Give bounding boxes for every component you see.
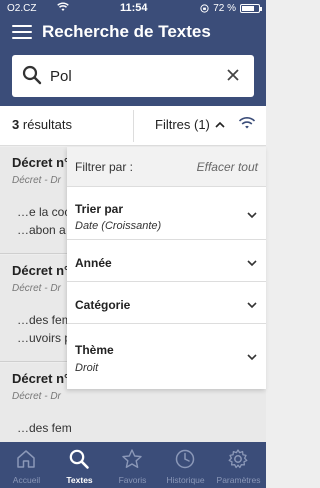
filter-row-label: Année	[75, 256, 112, 270]
tab-label: Accueil	[12, 475, 41, 485]
item-title: Décret n°	[12, 371, 70, 386]
tab-label: Paramètres	[216, 475, 261, 485]
wifi-status-icon	[57, 2, 69, 15]
item-excerpt: …e la coc	[17, 205, 71, 219]
filter-row-year[interactable]: Année	[67, 241, 266, 282]
filter-row-theme[interactable]: Thème Droit	[67, 325, 266, 389]
menu-button[interactable]	[12, 25, 32, 41]
results-count: 3 résultats	[12, 117, 72, 132]
results-bar: 3 résultats Filtres (1)	[0, 106, 266, 146]
filters-label: Filtres (1)	[155, 117, 210, 132]
chevron-down-icon	[247, 302, 257, 309]
history-icon	[175, 449, 195, 469]
battery-percent: 72 %	[213, 3, 236, 14]
search-icon	[22, 65, 42, 90]
clear-all-filters-button[interactable]: Effacer tout	[197, 160, 258, 174]
item-title: Décret n°	[12, 263, 70, 278]
results-count-label: résultats	[22, 117, 72, 132]
chevron-down-icon	[247, 260, 257, 267]
page-title: Recherche de Textes	[42, 22, 211, 41]
tab-parametres[interactable]: Paramètres	[212, 442, 265, 488]
filter-row-value: Droit	[75, 362, 99, 374]
item-excerpt: …abon a	[17, 223, 66, 237]
status-bar: O2.CZ 11:54 72 %	[0, 0, 266, 18]
tab-label: Historique	[166, 475, 205, 485]
star-icon	[122, 449, 142, 468]
filter-row-value: Date (Croissante)	[75, 220, 162, 232]
app-header: O2.CZ 11:54 72 % Recherche de Textes	[0, 0, 266, 112]
tab-label: Favoris	[118, 475, 147, 485]
chevron-down-icon	[247, 354, 257, 361]
tab-favoris[interactable]: Favoris	[106, 442, 159, 488]
search-box	[12, 55, 254, 97]
item-excerpt: …des fem	[17, 313, 72, 327]
tab-textes[interactable]: Textes	[53, 442, 106, 488]
divider	[133, 110, 134, 142]
item-subtitle: Décret - Dr	[12, 283, 61, 294]
gear-icon	[228, 449, 248, 469]
filter-row-label: Trier par	[75, 202, 124, 216]
hamburger-icon	[12, 25, 32, 27]
tab-accueil[interactable]: Accueil	[0, 442, 53, 488]
chevron-up-icon	[215, 121, 225, 128]
battery-icon	[240, 4, 262, 13]
orientation-lock-icon	[200, 4, 209, 13]
search-input[interactable]	[50, 63, 220, 89]
clock: 11:54	[120, 2, 148, 14]
filter-row-sort[interactable]: Trier par Date (Croissante)	[67, 188, 266, 240]
item-excerpt: …des fem	[17, 421, 72, 435]
search-icon	[69, 449, 89, 469]
chevron-down-icon	[247, 212, 257, 219]
tab-label: Textes	[66, 475, 93, 485]
filter-row-category[interactable]: Catégorie	[67, 283, 266, 324]
item-subtitle: Décret - Dr	[12, 175, 61, 186]
filters-toggle-button[interactable]: Filtres (1)	[155, 117, 226, 132]
offline-status-icon[interactable]	[238, 116, 256, 135]
clear-search-icon[interactable]	[226, 68, 240, 87]
filter-row-label: Thème	[75, 343, 114, 357]
item-subtitle: Décret - Dr	[12, 391, 61, 402]
results-count-number: 3	[12, 117, 20, 132]
filter-panel-header: Filtrer par : Effacer tout	[67, 147, 266, 187]
home-icon	[17, 450, 35, 468]
status-right: 72 %	[200, 3, 262, 14]
bottom-tab-bar: Accueil Textes Favoris Historique Paramè…	[0, 442, 266, 488]
carrier-label: O2.CZ	[7, 3, 37, 14]
filter-by-label: Filtrer par :	[75, 160, 134, 174]
filter-row-label: Catégorie	[75, 298, 131, 312]
filter-panel: Filtrer par : Effacer tout Trier par Dat…	[67, 147, 266, 389]
tab-historique[interactable]: Historique	[159, 442, 212, 488]
item-title: Décret n°	[12, 155, 70, 170]
item-excerpt: …uvoirs p	[17, 331, 72, 345]
